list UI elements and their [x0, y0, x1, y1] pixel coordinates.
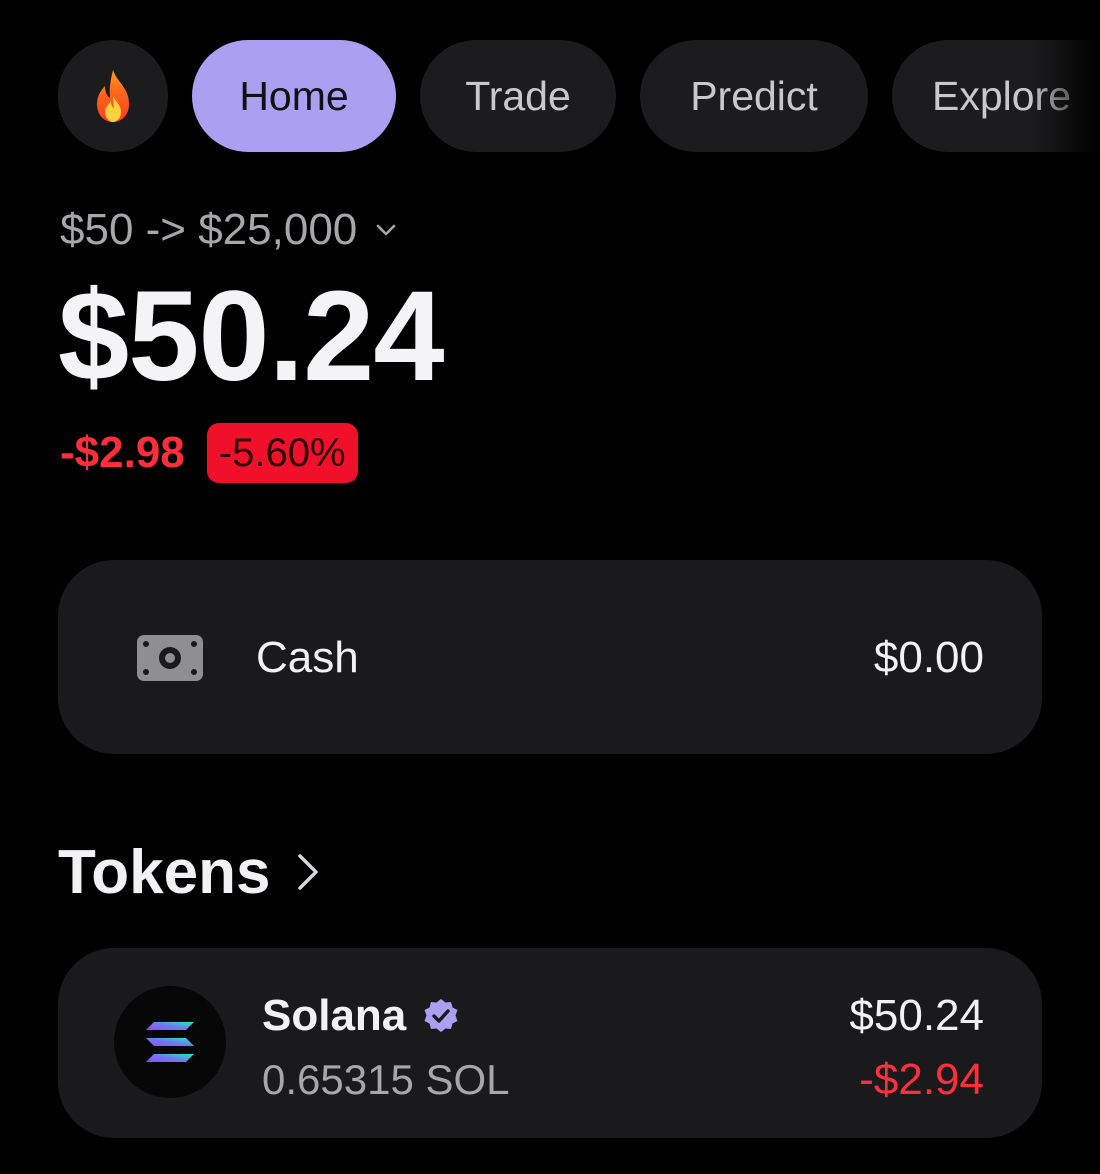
- token-row-solana[interactable]: Solana 0.65315 SOL $50.24 -$2.94: [58, 948, 1042, 1138]
- cash-card[interactable]: Cash $0.00: [58, 560, 1042, 754]
- token-change: -$2.94: [859, 1055, 984, 1104]
- token-name-label: Solana: [262, 991, 407, 1040]
- tokens-heading-link[interactable]: Tokens: [58, 836, 320, 908]
- solana-logo-icon: [114, 986, 226, 1098]
- portfolio-balance: $50.24: [58, 265, 444, 408]
- cash-label: Cash: [256, 633, 359, 682]
- tab-home[interactable]: Home: [192, 40, 396, 152]
- tab-explore[interactable]: Explore: [892, 40, 1100, 152]
- chevron-down-icon: [375, 223, 397, 237]
- cash-value: $0.00: [873, 633, 984, 682]
- token-value: $50.24: [849, 991, 984, 1040]
- portfolio-change: -$2.98 -5.60%: [60, 422, 358, 484]
- cash-icon: [136, 634, 204, 687]
- fire-icon: [97, 70, 129, 122]
- token-name: Solana: [262, 988, 460, 1044]
- portfolio-change-percent-badge: -5.60%: [206, 423, 358, 483]
- portfolio-goal-label: $50 -> $25,000: [60, 205, 358, 254]
- tokens-heading-label: Tokens: [58, 837, 271, 907]
- token-amount: 0.65315 SOL: [262, 1056, 510, 1103]
- verified-badge-icon: [422, 997, 460, 1035]
- portfolio-goal-selector[interactable]: $50 -> $25,000: [60, 200, 397, 260]
- tab-predict[interactable]: Predict: [640, 40, 868, 152]
- portfolio-change-amount: -$2.98: [60, 428, 185, 477]
- chevron-right-icon: [296, 852, 320, 892]
- fire-button[interactable]: [58, 40, 168, 152]
- top-tab-bar: Home Trade Predict Explore: [0, 40, 1100, 152]
- tab-trade[interactable]: Trade: [420, 40, 616, 152]
